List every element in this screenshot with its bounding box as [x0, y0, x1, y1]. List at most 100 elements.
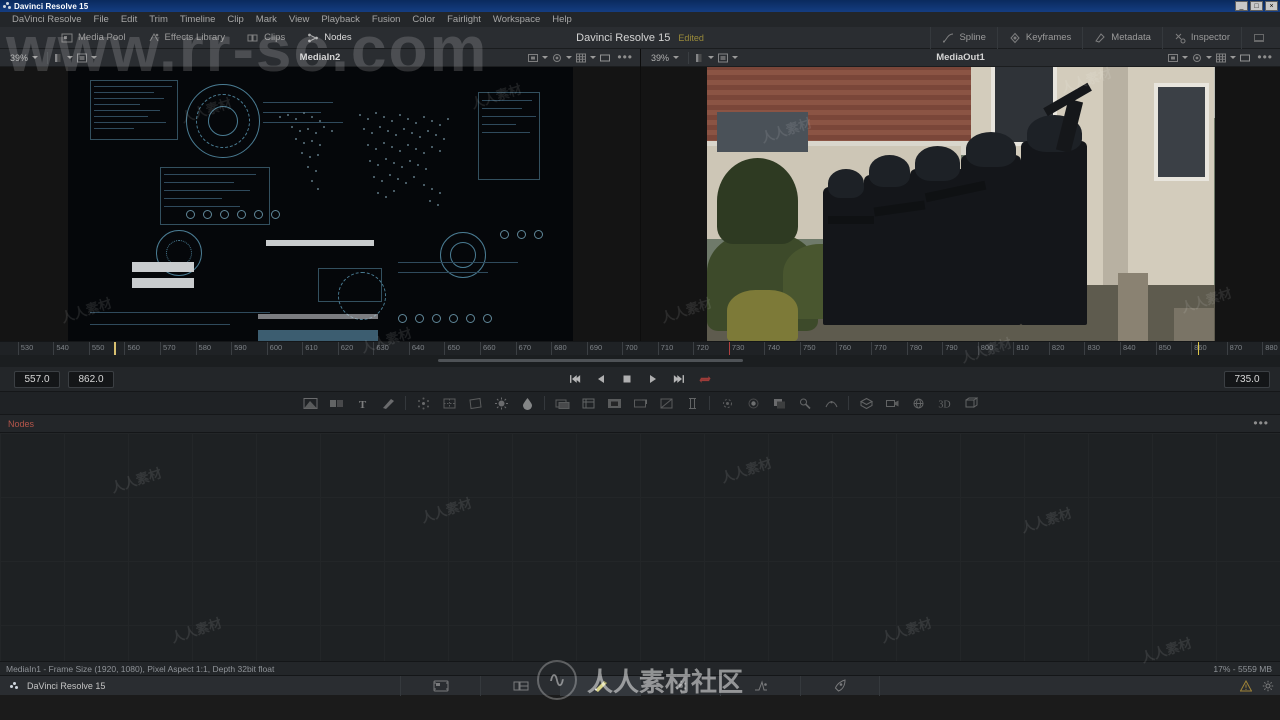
camera-tool-icon[interactable]: [879, 391, 905, 415]
planar-tracker-tool-icon[interactable]: [462, 391, 488, 415]
nodes-tab-label[interactable]: Nodes: [0, 419, 34, 429]
resize-tool-icon[interactable]: [627, 391, 653, 415]
chevron-down-icon[interactable]: [1182, 56, 1189, 59]
fairlight-page-button[interactable]: [720, 675, 800, 696]
current-frame-field[interactable]: 735.0: [1224, 370, 1270, 388]
viewer-left-aspect-icon[interactable]: [527, 52, 539, 64]
renderer3d-tool-icon[interactable]: [905, 391, 931, 415]
viewer-left-lut-icon[interactable]: [551, 52, 563, 64]
text-tool-icon[interactable]: T: [349, 391, 375, 415]
timeline-scrollbar-thumb[interactable]: [438, 359, 743, 362]
media-tool-icon[interactable]: [323, 391, 349, 415]
menu-item-file[interactable]: File: [88, 14, 115, 25]
keyframes-button[interactable]: Keyframes: [996, 26, 1082, 49]
menu-item-workspace[interactable]: Workspace: [487, 14, 546, 25]
warning-icon[interactable]: [1240, 679, 1252, 692]
tracker-tool-icon[interactable]: [436, 391, 462, 415]
chevron-down-icon[interactable]: [566, 56, 573, 59]
column-tool-icon[interactable]: [679, 391, 705, 415]
nodes-button[interactable]: Nodes: [296, 27, 362, 49]
viewer-left-fullscreen-icon[interactable]: [599, 52, 611, 64]
fusion-page-button[interactable]: [560, 675, 640, 696]
play-reverse-button[interactable]: [595, 373, 607, 385]
paint-tool-icon[interactable]: [375, 391, 401, 415]
close-button[interactable]: ×: [1265, 1, 1278, 11]
brightness-contrast-tool-icon[interactable]: [488, 391, 514, 415]
ruler-playhead[interactable]: [1198, 342, 1200, 355]
nodes-panel-options-button[interactable]: •••: [1250, 417, 1272, 429]
chevron-down-icon[interactable]: [590, 56, 597, 59]
crop-tool-icon[interactable]: [653, 391, 679, 415]
edit-page-button[interactable]: [480, 675, 560, 696]
metadata-button[interactable]: Metadata: [1082, 26, 1162, 49]
menu-item-clip[interactable]: Clip: [221, 14, 249, 25]
keyer-tool-icon[interactable]: [792, 391, 818, 415]
viewer-right-lut-icon[interactable]: [1191, 52, 1203, 64]
menu-item-fairlight[interactable]: Fairlight: [441, 14, 487, 25]
color-page-button[interactable]: [640, 675, 720, 696]
clips-button[interactable]: Clips: [236, 27, 296, 49]
3d-merge-tool-icon[interactable]: [853, 391, 879, 415]
viewer-right-aspect-icon[interactable]: [1167, 52, 1179, 64]
chevron-down-icon[interactable]: [1230, 56, 1237, 59]
timeline-ruler[interactable]: 530 540 550 560 570 580 590 600 610 620 630 640 650 6…: [0, 341, 1280, 355]
menu-item-view[interactable]: View: [283, 14, 315, 25]
chevron-down-icon[interactable]: [67, 56, 74, 59]
play-button[interactable]: [647, 373, 659, 385]
particle-tool-icon[interactable]: [410, 391, 436, 415]
inspector-button[interactable]: Inspector: [1161, 26, 1241, 49]
merge-tool-icon[interactable]: [549, 391, 575, 415]
chevron-down-icon[interactable]: [708, 56, 715, 59]
effects-library-button[interactable]: Effects Library: [137, 27, 237, 49]
ruler-in-point-marker[interactable]: [113, 342, 116, 355]
settings-icon[interactable]: [1262, 680, 1274, 692]
deliver-page-button[interactable]: [800, 675, 880, 696]
matte-tool-icon[interactable]: [818, 391, 844, 415]
media-pool-button[interactable]: Media Pool: [50, 27, 137, 49]
viewer-right-canvas[interactable]: [641, 67, 1280, 341]
menu-item-playback[interactable]: Playback: [315, 14, 366, 25]
skip-to-start-button[interactable]: [569, 373, 581, 385]
viewer-right-zoom-dropdown[interactable]: 39%: [641, 53, 684, 63]
blur-tool-icon[interactable]: [714, 391, 740, 415]
chevron-down-icon[interactable]: [1206, 56, 1213, 59]
viewer-right-options-button[interactable]: •••: [1254, 51, 1276, 63]
chevron-down-icon[interactable]: [91, 56, 98, 59]
ruler-render-marker[interactable]: [728, 342, 730, 355]
viewer-left-display-icon[interactable]: [76, 52, 88, 64]
menu-item-davinci-resolve[interactable]: DaVinci Resolve: [6, 14, 88, 25]
menu-item-edit[interactable]: Edit: [115, 14, 143, 25]
viewer-left-color-icon[interactable]: [52, 52, 64, 64]
timeline-scrollbar[interactable]: [0, 355, 1280, 367]
color-corrector-tool-icon[interactable]: [514, 391, 540, 415]
viewer-left-canvas[interactable]: [0, 67, 640, 341]
chevron-down-icon[interactable]: [732, 56, 739, 59]
spline-button[interactable]: Spline: [930, 26, 996, 49]
menu-item-trim[interactable]: Trim: [143, 14, 174, 25]
menu-item-timeline[interactable]: Timeline: [174, 14, 222, 25]
viewer-left-options-button[interactable]: •••: [614, 51, 636, 63]
drop-shadow-tool-icon[interactable]: [766, 391, 792, 415]
viewer-right-display-icon[interactable]: [717, 52, 729, 64]
glow-tool-icon[interactable]: [740, 391, 766, 415]
background-tool-icon[interactable]: [297, 391, 323, 415]
skip-to-end-button[interactable]: [673, 373, 685, 385]
out-point-field[interactable]: 862.0: [68, 370, 114, 388]
chevron-down-icon[interactable]: [542, 56, 549, 59]
menu-item-fusion[interactable]: Fusion: [366, 14, 407, 25]
viewer-left-grid-icon[interactable]: [575, 52, 587, 64]
viewer-right-fullscreen-icon[interactable]: [1239, 52, 1251, 64]
loop-button[interactable]: [699, 373, 711, 385]
media-page-button[interactable]: [400, 675, 480, 696]
node-graph-canvas[interactable]: MediaIn2 MediaIn1 MediaOut1: [0, 433, 1280, 661]
in-point-field[interactable]: 557.0: [14, 370, 60, 388]
window-controls[interactable]: _ □ ×: [1235, 1, 1278, 11]
viewer-left-zoom-dropdown[interactable]: 39%: [0, 53, 43, 63]
maximize-button[interactable]: □: [1250, 1, 1263, 11]
text3d-tool-icon[interactable]: 3D: [931, 391, 957, 415]
layout-preset-button[interactable]: [1241, 26, 1276, 49]
mask-tool-icon[interactable]: [601, 391, 627, 415]
transform-tool-icon[interactable]: [575, 391, 601, 415]
menu-item-mark[interactable]: Mark: [250, 14, 283, 25]
stop-button[interactable]: [621, 373, 633, 385]
